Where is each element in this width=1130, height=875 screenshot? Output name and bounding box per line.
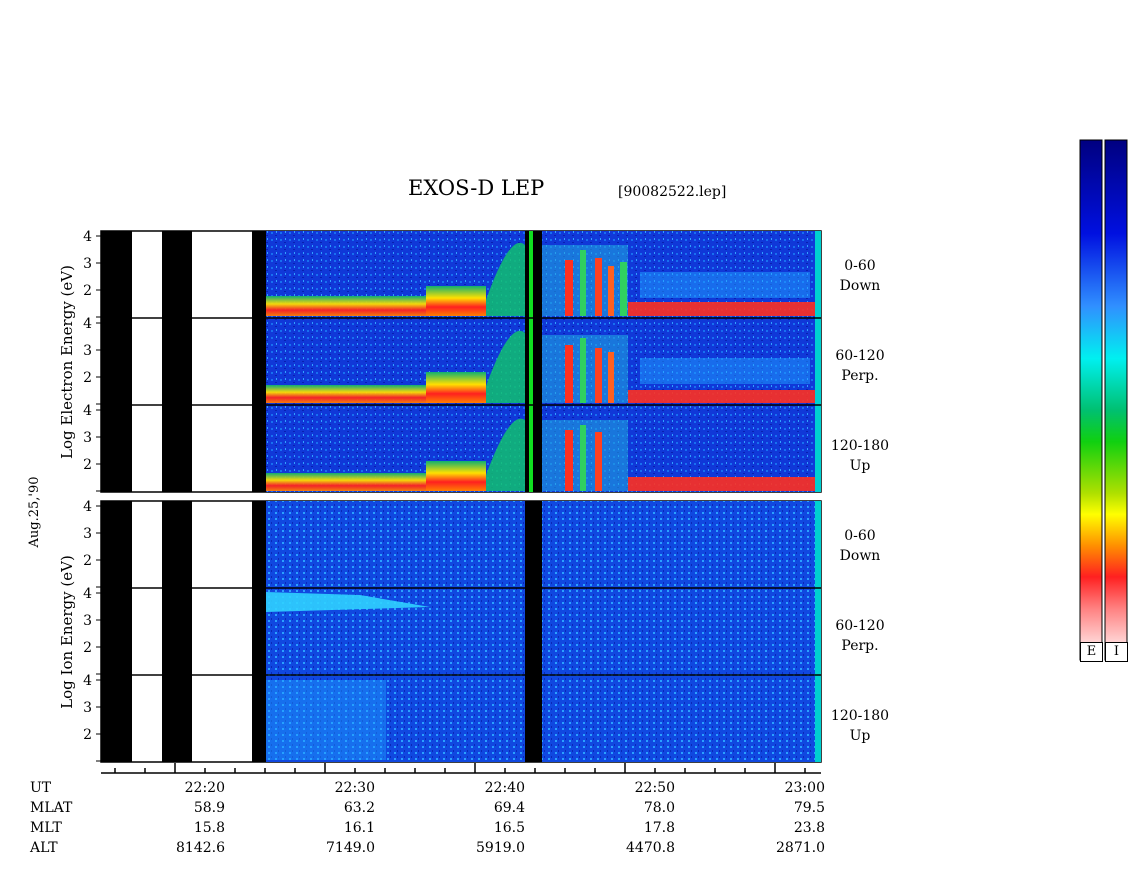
y-tick-label: 2 — [83, 370, 92, 386]
ephemeris-row-name: UT — [30, 780, 52, 796]
y-tick-label: 2 — [83, 553, 92, 569]
ephemeris-value: 16.1 — [343, 820, 375, 836]
ephemeris-value: 22:50 — [634, 780, 675, 796]
y-tick-label: 4 — [83, 229, 92, 245]
pitch-direction: Down — [839, 548, 881, 564]
ephemeris-row-name: MLAT — [30, 800, 73, 816]
pitch-label: 60-120 Perp. — [820, 616, 900, 656]
ephemeris-row: ALT 8142.6 7149.0 5919.0 4470.8 2871.0 — [30, 840, 830, 860]
spectrogram-figure: 4 3 2 4 3 2 4 3 2 4 3 2 4 3 2 4 3 2 — [83, 139, 1128, 774]
y-tick-label: 3 — [83, 613, 92, 629]
pitch-range: 120-180 — [830, 438, 890, 454]
ephemeris-value: 15.8 — [193, 820, 225, 836]
ephemeris-value: 7149.0 — [326, 840, 375, 856]
colorbar-ion — [1104, 139, 1128, 661]
ephemeris-value: 16.5 — [493, 820, 525, 836]
pitch-direction: Down — [839, 278, 881, 294]
ephemeris-value: 79.5 — [793, 800, 825, 816]
ephemeris-value: 22:40 — [484, 780, 525, 796]
ephemeris-value: 22:30 — [334, 780, 375, 796]
y-tick-label: 4 — [83, 673, 92, 689]
y-tick-label: 2 — [83, 727, 92, 743]
ephemeris-value: 5919.0 — [476, 840, 525, 856]
ephemeris-value: 2871.0 — [776, 840, 825, 856]
ephemeris-value: 22:20 — [184, 780, 225, 796]
ephemeris-value: 4470.8 — [626, 840, 675, 856]
ephemeris-value: 58.9 — [193, 800, 225, 816]
y-tick-label: 3 — [83, 700, 92, 716]
ephemeris-value: 23.8 — [793, 820, 825, 836]
colorbar-electron-tag: E — [1080, 642, 1103, 662]
x-axis — [101, 763, 821, 774]
ephemeris-value: 78.0 — [643, 800, 675, 816]
ephemeris-value: 69.4 — [493, 800, 525, 816]
pitch-range: 60-120 — [835, 348, 885, 364]
ephemeris-value: 17.8 — [643, 820, 675, 836]
pitch-label: 120-180 Up — [820, 706, 900, 746]
ephemeris-row: MLAT 58.9 63.2 69.4 78.0 79.5 — [30, 800, 830, 820]
ephemeris-value: 63.2 — [343, 800, 375, 816]
ion-spectrogram-block — [100, 500, 822, 763]
y-tick-label: 4 — [83, 316, 92, 332]
pitch-range: 0-60 — [844, 258, 876, 274]
pitch-direction: Up — [849, 458, 871, 474]
pitch-range: 0-60 — [844, 528, 876, 544]
date-label: Aug.25,'90 — [27, 476, 42, 548]
y-tick-label: 2 — [83, 640, 92, 656]
y-tick-label: 4 — [83, 499, 92, 515]
ephemeris-row: UT 22:20 22:30 22:40 22:50 23:00 — [30, 780, 830, 800]
y-tick-label: 2 — [83, 283, 92, 299]
pitch-label: 0-60 Down — [820, 526, 900, 566]
y-tick-label: 3 — [83, 430, 92, 446]
pitch-direction: Up — [849, 728, 871, 744]
y-tick-label: 4 — [83, 403, 92, 419]
y-tick-label: 2 — [83, 457, 92, 473]
ephemeris-value: 8142.6 — [176, 840, 225, 856]
y-tick-label: 3 — [83, 256, 92, 272]
ephemeris-row-name: MLT — [30, 820, 62, 836]
y-tick-label: 3 — [83, 343, 92, 359]
pitch-direction: Perp. — [841, 638, 879, 654]
ephemeris-row-name: ALT — [30, 840, 58, 856]
y-tick-label: 3 — [83, 526, 92, 542]
ion-axis-label: Log Ion Energy (eV) — [58, 555, 76, 709]
colorbar-electron — [1079, 139, 1103, 661]
electron-spectrogram-block — [100, 230, 822, 493]
ephemeris-value: 23:00 — [784, 780, 825, 796]
electron-axis-label: Log Electron Energy (eV) — [58, 265, 76, 459]
y-tick-label: 4 — [83, 586, 92, 602]
pitch-range: 60-120 — [835, 618, 885, 634]
pitch-range: 120-180 — [830, 708, 890, 724]
ephemeris-row: MLT 15.8 16.1 16.5 17.8 23.8 — [30, 820, 830, 840]
pitch-direction: Perp. — [841, 368, 879, 384]
pitch-label: 120-180 Up — [820, 436, 900, 476]
pitch-label: 0-60 Down — [820, 256, 900, 296]
y-axis-ticks: 4 3 2 4 3 2 4 3 2 4 3 2 4 3 2 4 3 2 — [83, 229, 101, 762]
pitch-label: 60-120 Perp. — [820, 346, 900, 386]
colorbar-ion-tag: I — [1105, 642, 1128, 662]
